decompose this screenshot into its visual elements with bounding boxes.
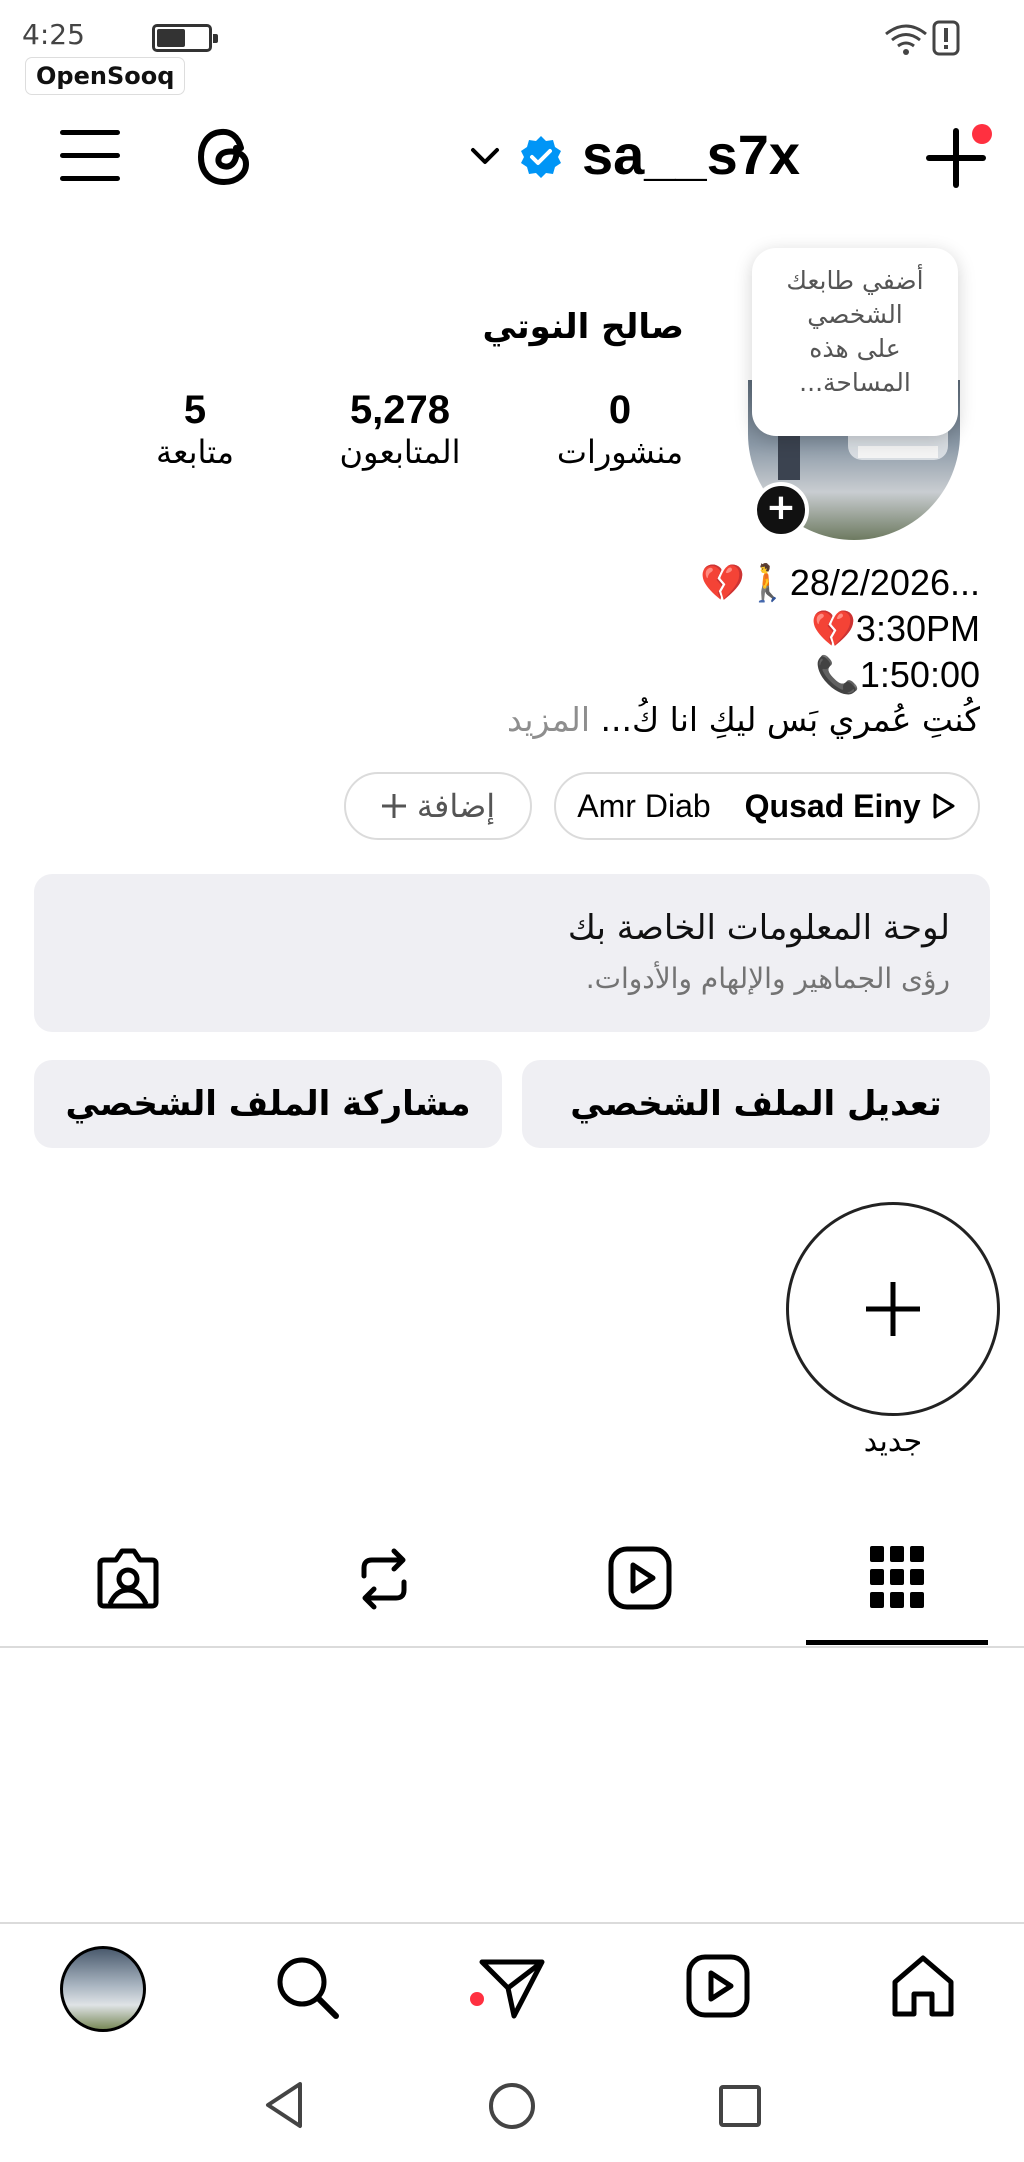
- walking-person-icon: 🚶: [745, 562, 790, 603]
- notification-dot: [972, 124, 992, 144]
- tooltip-line: أضفي طابعك: [786, 266, 924, 295]
- stat-followers-label: المتابعون: [339, 433, 461, 471]
- stat-followers[interactable]: 5,278 المتابعون: [300, 388, 500, 471]
- tab-divider: [0, 1646, 1024, 1648]
- play-icon: [933, 793, 955, 819]
- bio-more-link[interactable]: المزيد: [507, 700, 590, 739]
- grid-icon[interactable]: [870, 1546, 924, 1608]
- add-link-pill[interactable]: إضافة: [344, 772, 532, 840]
- stat-followers-value: 5,278: [349, 388, 451, 432]
- wifi-icon: [885, 24, 927, 55]
- add-story-button[interactable]: +: [753, 482, 809, 538]
- status-time: 4:25: [22, 18, 85, 51]
- plus-icon: [381, 794, 406, 818]
- bio-line-3: 📞1:50:00: [815, 654, 980, 696]
- music-song: Qusad Einy: [744, 787, 921, 824]
- display-name: صالح النوتي: [482, 307, 684, 347]
- plus-icon: [866, 1282, 920, 1336]
- reposts-icon[interactable]: [356, 1546, 412, 1612]
- search-icon[interactable]: [274, 1954, 340, 2020]
- active-tab-indicator: [806, 1640, 988, 1645]
- broken-heart-icon: 💔: [700, 562, 745, 603]
- back-nav-icon[interactable]: [262, 2080, 306, 2130]
- bio-line-2: 💔3:30PM: [811, 608, 980, 650]
- music-artist: Amr Diab: [577, 787, 711, 824]
- chevron-down-icon[interactable]: [470, 144, 500, 168]
- tagged-icon[interactable]: [96, 1546, 160, 1610]
- stat-following-label: متابعة: [155, 433, 235, 471]
- phone-icon: 📞: [815, 654, 860, 695]
- new-highlight-button[interactable]: [786, 1202, 1000, 1416]
- battery-icon: [152, 24, 218, 52]
- profile-nav-avatar[interactable]: [60, 1946, 146, 2032]
- stat-posts-label: منشورات: [556, 433, 684, 471]
- reels-icon[interactable]: [608, 1546, 672, 1610]
- bio-line-4-text: كُنتِ عُمري بَس ليكِ انا كُ...: [600, 700, 980, 739]
- share-profile-button[interactable]: مشاركة الملف الشخصي: [34, 1060, 502, 1148]
- direct-icon[interactable]: [478, 1956, 546, 2020]
- tooltip-line: على هذه: [809, 334, 901, 363]
- direct-notification-dot: [470, 1992, 484, 2006]
- dashboard-subtitle: رؤى الجماهير والإلهام والأدوات.: [585, 962, 950, 995]
- new-highlight-label: جديد: [863, 1424, 923, 1459]
- music-pill[interactable]: Amr Diab Qusad Einy: [554, 772, 980, 840]
- alert-icon: [932, 20, 960, 56]
- broken-heart-icon: 💔: [811, 608, 856, 649]
- bio-line-1-text: 28/2/2026...: [789, 562, 980, 603]
- stat-following[interactable]: 5 متابعة: [110, 388, 280, 471]
- header-username[interactable]: sa__s7x: [582, 122, 800, 187]
- professional-dashboard[interactable]: لوحة المعلومات الخاصة بك رؤى الجماهير وا…: [34, 874, 990, 1032]
- dashboard-title: لوحة المعلومات الخاصة بك: [567, 908, 950, 948]
- watermark-logo: OpenSooq: [26, 58, 185, 94]
- stat-posts-value: 0: [608, 388, 632, 432]
- reels-nav-icon[interactable]: [686, 1954, 750, 2018]
- edit-profile-button[interactable]: تعديل الملف الشخصي: [522, 1060, 990, 1148]
- stat-posts[interactable]: 0 منشورات: [540, 388, 700, 471]
- threads-icon[interactable]: [196, 126, 258, 188]
- bio-line-2-text: 3:30PM: [855, 608, 980, 649]
- stat-following-value: 5: [183, 388, 207, 432]
- add-pill-label: إضافة: [416, 788, 496, 824]
- bio-line-3-text: 1:50:00: [859, 654, 980, 695]
- home-icon[interactable]: [890, 1954, 956, 2020]
- bottom-nav-divider: [0, 1922, 1024, 1924]
- verified-badge-icon: [521, 136, 561, 178]
- home-nav-icon[interactable]: [488, 2082, 536, 2130]
- tooltip-line: المساحة...: [799, 368, 911, 397]
- bio-line-4: كُنتِ عُمري بَس ليكِ انا كُ... المزيد: [507, 700, 980, 739]
- tooltip-line: الشخصي: [807, 300, 903, 329]
- note-tooltip[interactable]: أضفي طابعك الشخصي على هذه المساحة...: [752, 248, 958, 436]
- hamburger-icon[interactable]: [60, 128, 122, 184]
- bio-line-1: 💔🚶28/2/2026...: [700, 562, 980, 604]
- recents-nav-icon[interactable]: [718, 2084, 762, 2128]
